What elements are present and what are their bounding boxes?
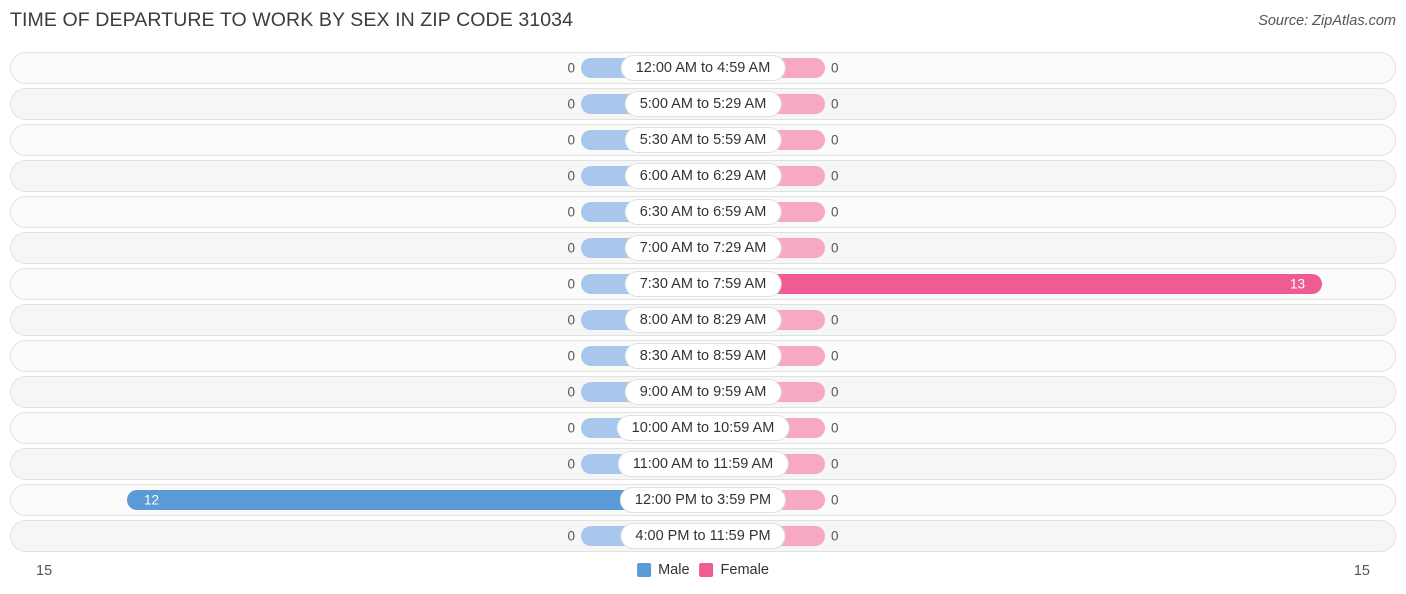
category-label: 5:30 AM to 5:59 AM bbox=[624, 127, 782, 153]
page-title: TIME OF DEPARTURE TO WORK BY SEX IN ZIP … bbox=[10, 9, 574, 31]
value-label-male: 0 bbox=[567, 204, 575, 220]
chart-row-inner: 0 0 6:00 AM to 6:29 AM bbox=[11, 161, 1395, 191]
legend: Male Female bbox=[637, 562, 769, 578]
axis-right-max: 15 bbox=[1353, 563, 1370, 579]
chart-row: 0 0 9:00 AM to 9:59 AM bbox=[10, 376, 1396, 408]
chart-row-inner: 0 0 8:30 AM to 8:59 AM bbox=[11, 341, 1395, 371]
category-label: 4:00 PM to 11:59 PM bbox=[620, 523, 786, 549]
chart-row: 0 0 7:00 AM to 7:29 AM bbox=[10, 232, 1396, 264]
legend-item-female[interactable]: Female bbox=[699, 562, 769, 578]
chart-row: 0 0 10:00 AM to 10:59 AM bbox=[10, 412, 1396, 444]
chart-row-inner: 0 0 6:30 AM to 6:59 AM bbox=[11, 197, 1395, 227]
value-label-male: 12 bbox=[143, 492, 159, 508]
legend-label-male: Male bbox=[658, 562, 690, 578]
chart-row-inner: 0 0 8:00 AM to 8:29 AM bbox=[11, 305, 1395, 335]
value-label-female: 0 bbox=[831, 348, 839, 364]
value-label-male: 0 bbox=[567, 96, 575, 112]
value-label-male: 0 bbox=[567, 348, 575, 364]
chart-row: 0 0 4:00 PM to 11:59 PM bbox=[10, 520, 1396, 552]
chart-row: 0 0 5:00 AM to 5:29 AM bbox=[10, 88, 1396, 120]
chart-row: 0 13 7:30 AM to 7:59 AM bbox=[10, 268, 1396, 300]
chart-row-inner: 0 0 5:30 AM to 5:59 AM bbox=[11, 125, 1395, 155]
category-label: 8:00 AM to 8:29 AM bbox=[624, 307, 782, 333]
category-label: 8:30 AM to 8:59 AM bbox=[624, 343, 782, 369]
category-label: 5:00 AM to 5:29 AM bbox=[624, 91, 782, 117]
value-label-male: 0 bbox=[567, 276, 575, 292]
chart-page: TIME OF DEPARTURE TO WORK BY SEX IN ZIP … bbox=[0, 0, 1406, 594]
category-label: 12:00 AM to 4:59 AM bbox=[620, 55, 786, 81]
value-label-female: 0 bbox=[831, 240, 839, 256]
value-label-male: 0 bbox=[567, 384, 575, 400]
value-label-female: 0 bbox=[831, 204, 839, 220]
value-label-female: 13 bbox=[1290, 276, 1306, 292]
value-label-male: 0 bbox=[567, 420, 575, 436]
bar-female bbox=[763, 274, 1322, 294]
chart-row-inner: 0 0 5:00 AM to 5:29 AM bbox=[11, 89, 1395, 119]
chart-header: TIME OF DEPARTURE TO WORK BY SEX IN ZIP … bbox=[0, 0, 1406, 44]
value-label-female: 0 bbox=[831, 420, 839, 436]
chart-rows: 0 0 12:00 AM to 4:59 AM 0 0 5:00 AM to 5:29 A… bbox=[10, 52, 1396, 556]
value-label-female: 0 bbox=[831, 168, 839, 184]
source-label: Source: ZipAtlas.com bbox=[1258, 13, 1396, 29]
chart-row-inner: 0 0 4:00 PM to 11:59 PM bbox=[11, 521, 1395, 551]
chart-row: 0 0 12:00 AM to 4:59 AM bbox=[10, 52, 1396, 84]
chart-row-inner: 0 0 7:00 AM to 7:29 AM bbox=[11, 233, 1395, 263]
value-label-female: 0 bbox=[831, 456, 839, 472]
value-label-male: 0 bbox=[567, 456, 575, 472]
chart-row-inner: 0 13 7:30 AM to 7:59 AM bbox=[11, 269, 1395, 299]
value-label-female: 0 bbox=[831, 60, 839, 76]
value-label-male: 0 bbox=[567, 312, 575, 328]
chart-row: 0 0 8:30 AM to 8:59 AM bbox=[10, 340, 1396, 372]
chart-row: 12 0 12:00 PM to 3:59 PM bbox=[10, 484, 1396, 516]
value-label-female: 0 bbox=[831, 96, 839, 112]
value-label-male: 0 bbox=[567, 132, 575, 148]
bar-male bbox=[127, 490, 643, 510]
category-label: 7:00 AM to 7:29 AM bbox=[624, 235, 782, 261]
category-label: 7:30 AM to 7:59 AM bbox=[624, 271, 782, 297]
chart-row: 0 0 5:30 AM to 5:59 AM bbox=[10, 124, 1396, 156]
category-label: 9:00 AM to 9:59 AM bbox=[624, 379, 782, 405]
legend-swatch-male bbox=[637, 563, 652, 577]
chart-row-inner: 12 0 12:00 PM to 3:59 PM bbox=[11, 485, 1395, 515]
chart-row: 0 0 8:00 AM to 8:29 AM bbox=[10, 304, 1396, 336]
chart-row-inner: 0 0 10:00 AM to 10:59 AM bbox=[11, 413, 1395, 443]
axis-left-max: 15 bbox=[36, 563, 53, 579]
legend-label-female: Female bbox=[720, 562, 769, 578]
chart-row-inner: 0 0 9:00 AM to 9:59 AM bbox=[11, 377, 1395, 407]
value-label-female: 0 bbox=[831, 492, 839, 508]
category-label: 12:00 PM to 3:59 PM bbox=[619, 487, 787, 513]
value-label-male: 0 bbox=[567, 528, 575, 544]
category-label: 6:30 AM to 6:59 AM bbox=[624, 199, 782, 225]
chart-row: 0 0 11:00 AM to 11:59 AM bbox=[10, 448, 1396, 480]
chart-row-inner: 0 0 11:00 AM to 11:59 AM bbox=[11, 449, 1395, 479]
category-label: 10:00 AM to 10:59 AM bbox=[616, 415, 790, 441]
value-label-female: 0 bbox=[831, 132, 839, 148]
value-label-female: 0 bbox=[831, 384, 839, 400]
value-label-male: 0 bbox=[567, 240, 575, 256]
chart-footer: 15 15 Male Female bbox=[0, 560, 1406, 586]
value-label-female: 0 bbox=[831, 312, 839, 328]
value-label-female: 0 bbox=[831, 528, 839, 544]
value-label-male: 0 bbox=[567, 168, 575, 184]
legend-item-male[interactable]: Male bbox=[637, 562, 690, 578]
chart-row-inner: 0 0 12:00 AM to 4:59 AM bbox=[11, 53, 1395, 83]
value-label-male: 0 bbox=[567, 60, 575, 76]
category-label: 6:00 AM to 6:29 AM bbox=[624, 163, 782, 189]
chart-row: 0 0 6:00 AM to 6:29 AM bbox=[10, 160, 1396, 192]
legend-swatch-female bbox=[699, 563, 714, 577]
category-label: 11:00 AM to 11:59 AM bbox=[617, 451, 789, 477]
chart-row: 0 0 6:30 AM to 6:59 AM bbox=[10, 196, 1396, 228]
